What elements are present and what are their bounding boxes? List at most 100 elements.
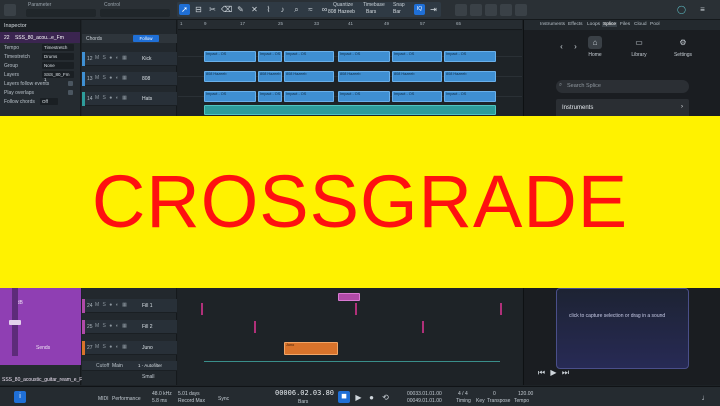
chord-track-header[interactable]: Chords Follow xyxy=(82,34,177,43)
arrow-tool-icon[interactable]: ➚ xyxy=(179,4,190,15)
track-height-select[interactable]: Small xyxy=(142,374,155,380)
audio-clip-hats[interactable] xyxy=(204,105,496,115)
view-icon[interactable] xyxy=(485,4,497,16)
track-controls[interactable]: M S ● ◐ ▦ xyxy=(95,55,128,61)
snap-select[interactable]: Bar xyxy=(393,9,401,15)
track-name[interactable]: Fill 2 xyxy=(142,324,153,330)
audio-clip[interactable]: Impact - OS xyxy=(258,91,282,102)
time-signature[interactable]: 4 / 4 xyxy=(458,391,468,397)
tab-cloud[interactable]: Cloud xyxy=(634,22,647,27)
layers-follow-checkbox[interactable] xyxy=(68,81,73,86)
sends-label[interactable]: Sends xyxy=(36,345,50,351)
metronome-icon[interactable]: ♩ xyxy=(700,392,711,403)
track-row[interactable]: 14 M S ● ◐ ▦ Hats xyxy=(82,92,177,106)
automation-parameter[interactable]: Cutoff xyxy=(96,363,109,369)
stop-preview-icon[interactable]: ⏭ xyxy=(560,367,571,378)
inspector-track-header[interactable]: 22 SSS_80_acou...e_Fm xyxy=(0,32,80,43)
audio-clip[interactable]: 808 Hazeeb xyxy=(444,71,496,82)
info-icon[interactable]: i xyxy=(14,391,26,403)
follow-button[interactable]: Follow xyxy=(133,35,159,42)
track-controls[interactable]: M S ● ◐ ▦ xyxy=(95,323,128,329)
transpose-value[interactable]: 0 xyxy=(493,391,496,397)
search-input[interactable]: ⌕ Search Splice xyxy=(556,80,689,93)
tab-files[interactable]: Files xyxy=(620,22,630,27)
range-tool-icon[interactable]: ⊟ xyxy=(193,4,204,15)
tab-instruments[interactable]: Instruments xyxy=(540,22,565,27)
track-row[interactable]: 25 M S ● ◐ ▦ Fill 2 xyxy=(82,320,177,334)
nav-settings[interactable]: ⚙ Settings xyxy=(668,36,698,58)
iq-button[interactable]: IQ xyxy=(414,4,425,15)
record-icon[interactable]: ● xyxy=(366,392,377,403)
quantize-select[interactable]: 808 Hazeeb xyxy=(328,9,355,15)
track-name[interactable]: Hats xyxy=(142,96,152,102)
tempo-value[interactable]: 120.00 xyxy=(518,391,533,397)
audio-clip[interactable]: Impact - OS xyxy=(392,91,442,102)
layers-select[interactable]: SSS_80_Fm 1 xyxy=(42,71,74,82)
arrange-icon[interactable] xyxy=(500,4,512,16)
nav-library[interactable]: ▭ Library xyxy=(624,36,654,58)
control-select[interactable] xyxy=(100,9,170,17)
audio-clip[interactable]: Impact - OS xyxy=(444,91,496,102)
nav-home[interactable]: ⌂ Home xyxy=(580,36,610,58)
account-icon[interactable]: ◯ xyxy=(676,4,687,15)
track-name[interactable]: Kick xyxy=(142,56,151,62)
timebase-select[interactable]: Bars xyxy=(366,9,376,15)
loop-start[interactable]: 00033.01.01.00 xyxy=(407,391,442,397)
track-row[interactable]: 13 M S ● ◐ ▦ 808 xyxy=(82,72,177,86)
menu-icon[interactable]: ≡ xyxy=(697,4,708,15)
audio-clip[interactable]: 808 Hazeeb xyxy=(338,71,390,82)
bend-tool-icon[interactable]: ⌇ xyxy=(263,4,274,15)
track-controls[interactable]: M S ● ◐ ▦ xyxy=(95,95,128,101)
snap-icon[interactable]: ⇥ xyxy=(428,4,439,15)
grid-icon[interactable] xyxy=(4,4,16,16)
track-name[interactable]: 808 xyxy=(142,76,150,82)
rewind-icon[interactable]: ⏮ xyxy=(536,367,547,378)
audio-clip[interactable]: Impact - OS xyxy=(204,51,256,62)
audio-clip[interactable]: Impact - OS xyxy=(258,51,282,62)
split-window-icon[interactable] xyxy=(455,4,467,16)
mute-tool-icon[interactable]: ✕ xyxy=(249,4,260,15)
audio-clip[interactable]: Impact - OS xyxy=(284,51,334,62)
volume-fader-handle[interactable] xyxy=(9,320,21,325)
audio-clip[interactable]: Impact - OS xyxy=(204,91,256,102)
follow-chords-select[interactable]: Off xyxy=(40,98,58,105)
tab-loops[interactable]: Loops xyxy=(587,22,600,27)
automation-row[interactable]: Cutoff 1 - Autofilter xyxy=(82,361,177,371)
track-controls[interactable]: M S ● ◐ ▦ xyxy=(95,75,128,81)
track-controls[interactable]: M S ● ◐ ▦ xyxy=(95,344,128,350)
tab-pool[interactable]: Pool xyxy=(650,22,660,27)
audio-clip[interactable]: Impact - OS xyxy=(338,51,390,62)
audio-clip[interactable]: 808 Hazeeb xyxy=(204,71,256,82)
loop-end[interactable]: 00049.01.01.00 xyxy=(407,398,442,404)
track-row[interactable]: 24 M S ● ◐ ▦ Fill 1 xyxy=(82,299,177,313)
automation-curve[interactable] xyxy=(204,361,500,362)
sync-label[interactable]: Sync xyxy=(218,396,229,402)
track-row[interactable]: 27 M S ● ◐ ▦ Juno xyxy=(82,341,177,355)
track-row[interactable]: 12 M S ● ◐ ▦ Kick xyxy=(82,52,177,66)
automation-target[interactable]: 1 - Autofilter xyxy=(138,363,162,368)
parameter-select[interactable] xyxy=(26,9,96,17)
tab-effects[interactable]: Effects xyxy=(568,22,583,27)
mixer-icon[interactable] xyxy=(515,4,527,16)
timeline-ruler[interactable]: 1 9 17 25 33 41 49 57 65 xyxy=(178,20,522,30)
split-tool-icon[interactable]: ✂ xyxy=(207,4,218,15)
audio-clip[interactable]: 808 Hazeeb xyxy=(392,71,442,82)
audio-clip[interactable]: Impact - OS xyxy=(392,51,442,62)
audio-clip[interactable]: Impact - OS xyxy=(338,91,390,102)
juno-clip[interactable]: Juno xyxy=(284,342,338,355)
audio-clip[interactable]: 808 Hazeeb xyxy=(258,71,282,82)
position-display[interactable]: 00006.02.03.80 xyxy=(275,389,334,397)
play-icon[interactable]: ▶ xyxy=(353,392,364,403)
zoom-tool-icon[interactable]: ⌕ xyxy=(291,4,302,15)
capture-dropzone[interactable]: click to capture selection or drag in a … xyxy=(556,288,689,369)
audio-clip[interactable]: 808 Hazeeb xyxy=(284,71,334,82)
eraser-tool-icon[interactable]: ⌫ xyxy=(221,4,232,15)
timestretch-select[interactable]: Drums xyxy=(42,53,74,60)
track-name[interactable]: Juno xyxy=(142,345,153,351)
tab-splice[interactable]: Splice xyxy=(602,22,618,27)
track-name[interactable]: Fill 1 xyxy=(142,303,153,309)
loop-icon[interactable]: ◼ xyxy=(338,391,350,403)
play-preview-icon[interactable]: ▶ xyxy=(548,367,559,378)
key-label[interactable]: Key xyxy=(476,398,485,404)
audio-clip[interactable]: Impact - OS xyxy=(284,91,334,102)
